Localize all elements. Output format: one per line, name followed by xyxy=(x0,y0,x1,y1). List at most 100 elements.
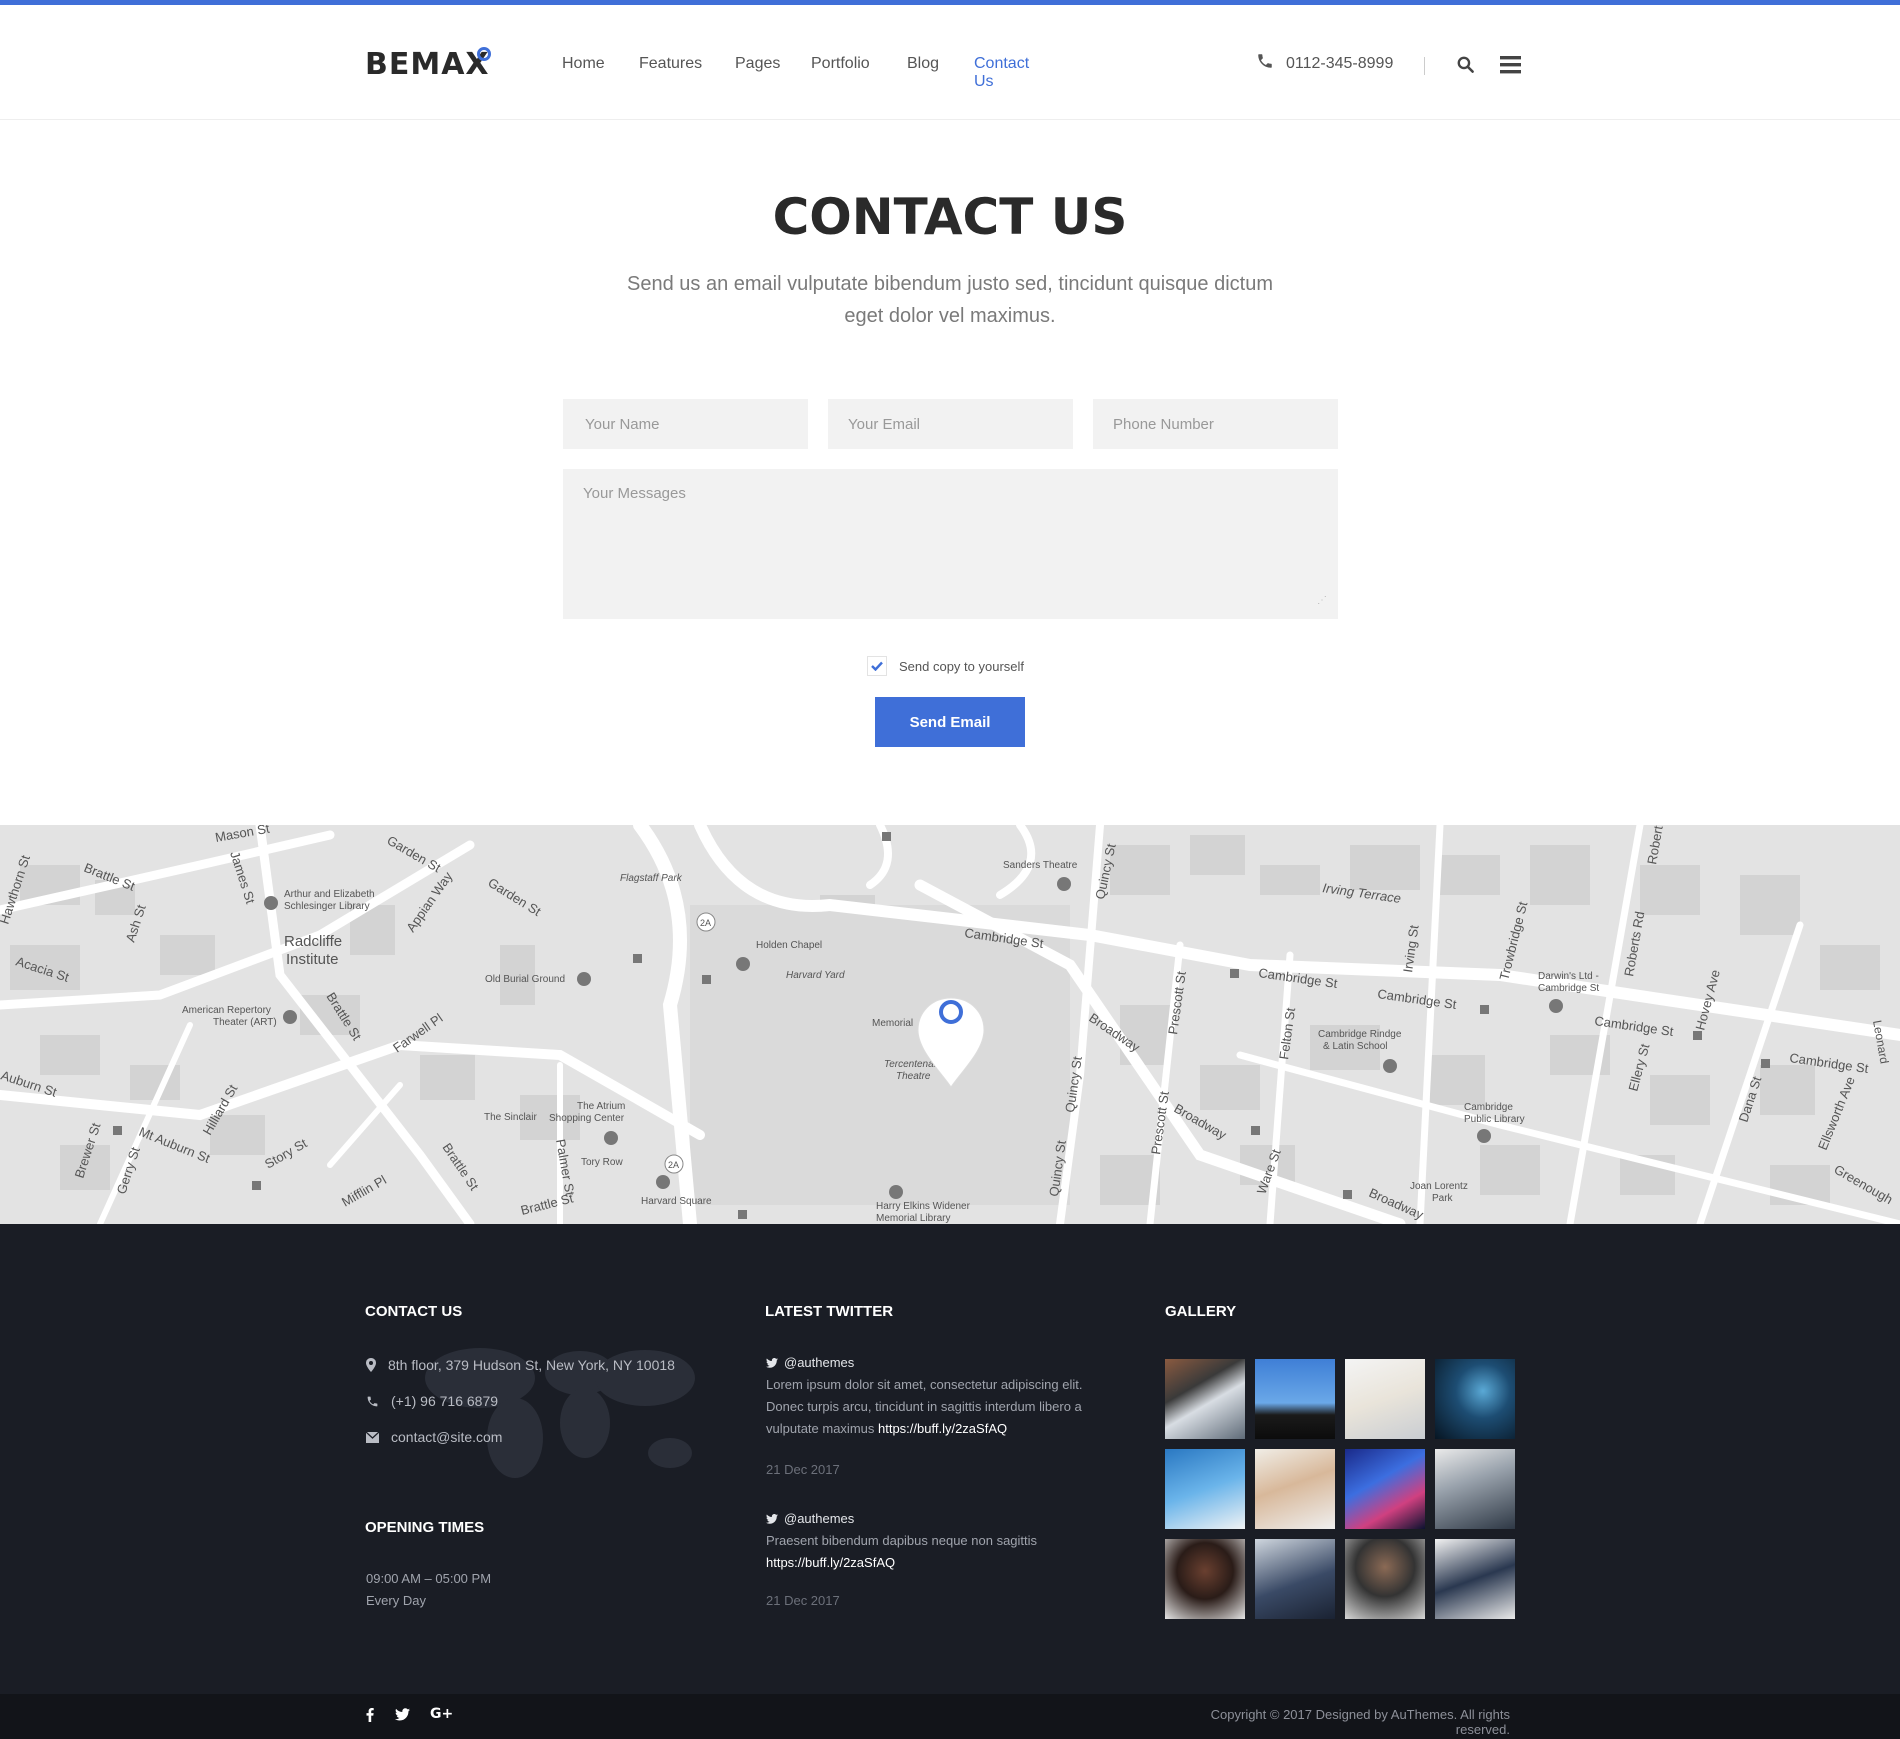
site-header: BEMAX Home Features Pages Portfolio Blog… xyxy=(0,5,1900,120)
route-label: 2A xyxy=(668,1160,679,1170)
gallery-heading: GALLERY xyxy=(1165,1303,1237,1320)
gallery-thumb[interactable] xyxy=(1435,1449,1515,1529)
map-marker-icon xyxy=(366,1358,376,1372)
bottom-bar xyxy=(0,1694,1900,1739)
nav-portfolio[interactable]: Portfolio xyxy=(811,55,870,73)
tweet-link[interactable]: https://buff.ly/2zaSfAQ xyxy=(878,1421,1007,1436)
gallery-thumb[interactable] xyxy=(1345,1539,1425,1619)
tweet-date: 21 Dec 2017 xyxy=(766,1593,840,1608)
map-label: Darwin's Ltd - xyxy=(1538,971,1599,982)
map-label: Cambridge Rindge xyxy=(1318,1029,1402,1040)
google-plus-icon[interactable]: G+ xyxy=(430,1706,453,1722)
map-label: Arthur and Elizabeth xyxy=(284,889,375,900)
name-field[interactable] xyxy=(563,399,808,449)
footer-phone-text[interactable]: (+1) 96 716 6879 xyxy=(391,1393,498,1409)
opening-days: Every Day xyxy=(366,1593,426,1608)
map-label: The Sinclair xyxy=(484,1112,537,1123)
gallery-thumb[interactable] xyxy=(1345,1449,1425,1529)
map-label: & Latin School xyxy=(1323,1041,1388,1052)
map-label: Holden Chapel xyxy=(756,940,822,951)
gallery-thumb[interactable] xyxy=(1165,1539,1245,1619)
page-subtitle: Send us an email vulputate bibendum just… xyxy=(627,273,1273,327)
phone-icon xyxy=(367,1396,378,1406)
transit-icon xyxy=(1693,1031,1702,1040)
library-icon xyxy=(264,896,278,910)
nav-features[interactable]: Features xyxy=(639,55,702,73)
logo[interactable]: BEMAX xyxy=(365,47,490,82)
nav-home[interactable]: Home xyxy=(562,55,605,73)
map-label: Harvard Yard xyxy=(786,970,845,981)
search-icon[interactable] xyxy=(1456,55,1475,79)
landmark-icon xyxy=(577,972,591,986)
footer-email-text[interactable]: contact@site.com xyxy=(391,1429,502,1445)
gallery-thumb[interactable] xyxy=(1165,1359,1245,1439)
map-label: Tory Row xyxy=(581,1157,623,1168)
map-label: Cambridge St xyxy=(1538,983,1599,994)
transit-icon xyxy=(702,975,711,984)
footer-email: contact@site.com xyxy=(366,1429,502,1445)
map-label: Cambridge xyxy=(1464,1102,1513,1113)
library-icon xyxy=(889,1185,903,1199)
transit-icon xyxy=(882,832,891,841)
theater-icon xyxy=(1057,877,1071,891)
landmark-icon xyxy=(656,1175,670,1189)
header-phone: 0112-345-8999 xyxy=(1256,52,1393,75)
logo-dot-icon xyxy=(477,47,491,61)
phone-field[interactable] xyxy=(1093,399,1338,449)
nav-pages[interactable]: Pages xyxy=(735,55,780,73)
send-copy-label: Send copy to yourself xyxy=(899,658,1025,674)
map-label: Shopping Center xyxy=(549,1113,625,1124)
copyright: Copyright © 2017 Designed by AuThemes. A… xyxy=(1210,1707,1510,1737)
tweet-link[interactable]: https://buff.ly/2zaSfAQ xyxy=(766,1555,895,1570)
transit-icon xyxy=(633,954,642,963)
gallery-thumb[interactable] xyxy=(1345,1359,1425,1439)
tweet-date: 21 Dec 2017 xyxy=(766,1462,840,1477)
map-label: Park xyxy=(1432,1193,1454,1204)
phone-number[interactable]: 0112-345-8999 xyxy=(1286,55,1393,73)
transit-icon xyxy=(1230,969,1239,978)
map-label: American Repertory xyxy=(182,1005,271,1016)
tweet-text: Praesent bibendum dapibus neque non sagi… xyxy=(766,1530,1066,1574)
transit-icon xyxy=(1761,1059,1770,1068)
gallery-grid xyxy=(1165,1359,1515,1619)
map-label: Flagstaff Park xyxy=(620,873,683,884)
header-divider xyxy=(1424,57,1425,75)
phone-icon xyxy=(1256,52,1274,75)
map-label: Memorial Library xyxy=(876,1213,950,1224)
map-label: Theater (ART) xyxy=(213,1017,277,1028)
email-field[interactable] xyxy=(828,399,1073,449)
footer-address: 8th floor, 379 Hudson St, New York, NY 1… xyxy=(366,1357,675,1373)
transit-icon xyxy=(113,1126,122,1135)
transit-icon xyxy=(738,1210,747,1219)
gallery-thumb[interactable] xyxy=(1255,1449,1335,1529)
page-title: CONTACT US xyxy=(772,188,1128,246)
check-icon xyxy=(871,661,883,671)
harvard-yard-area xyxy=(690,905,1070,1205)
map-label: Public Library xyxy=(1464,1114,1525,1125)
map-label: Harry Elkins Widener xyxy=(876,1201,971,1212)
facebook-icon[interactable] xyxy=(366,1708,374,1727)
gallery-thumb[interactable] xyxy=(1165,1449,1245,1529)
resize-grip-icon[interactable]: ⋰ xyxy=(1317,595,1327,606)
map-label: Institute xyxy=(286,951,339,968)
gallery-thumb[interactable] xyxy=(1255,1359,1335,1439)
tweet-handle-text: @authemes xyxy=(784,1355,855,1370)
theater-icon xyxy=(283,1010,297,1024)
gallery-thumb[interactable] xyxy=(1435,1359,1515,1439)
send-copy-checkbox[interactable] xyxy=(867,656,887,676)
nav-contact-us[interactable]: Contact Us xyxy=(974,55,1029,91)
nav-blog[interactable]: Blog xyxy=(907,55,939,73)
location-map[interactable]: Flagstaff Park Sanders Theatre Harvard Y… xyxy=(0,825,1900,1224)
gallery-thumb[interactable] xyxy=(1435,1539,1515,1619)
gallery-thumb[interactable] xyxy=(1255,1539,1335,1619)
menu-icon[interactable] xyxy=(1500,55,1521,79)
twitter-icon[interactable] xyxy=(395,1708,410,1726)
twitter-icon xyxy=(766,1357,778,1368)
send-copy-option[interactable]: Send copy to yourself xyxy=(867,656,1024,676)
send-email-button[interactable]: Send Email xyxy=(875,697,1025,747)
tweet-handle[interactable]: @authemes xyxy=(766,1511,854,1526)
map-label: Old Burial Ground xyxy=(485,974,565,985)
message-field[interactable] xyxy=(563,469,1338,619)
tweet-handle[interactable]: @authemes xyxy=(766,1355,854,1370)
envelope-icon xyxy=(366,1431,379,1443)
